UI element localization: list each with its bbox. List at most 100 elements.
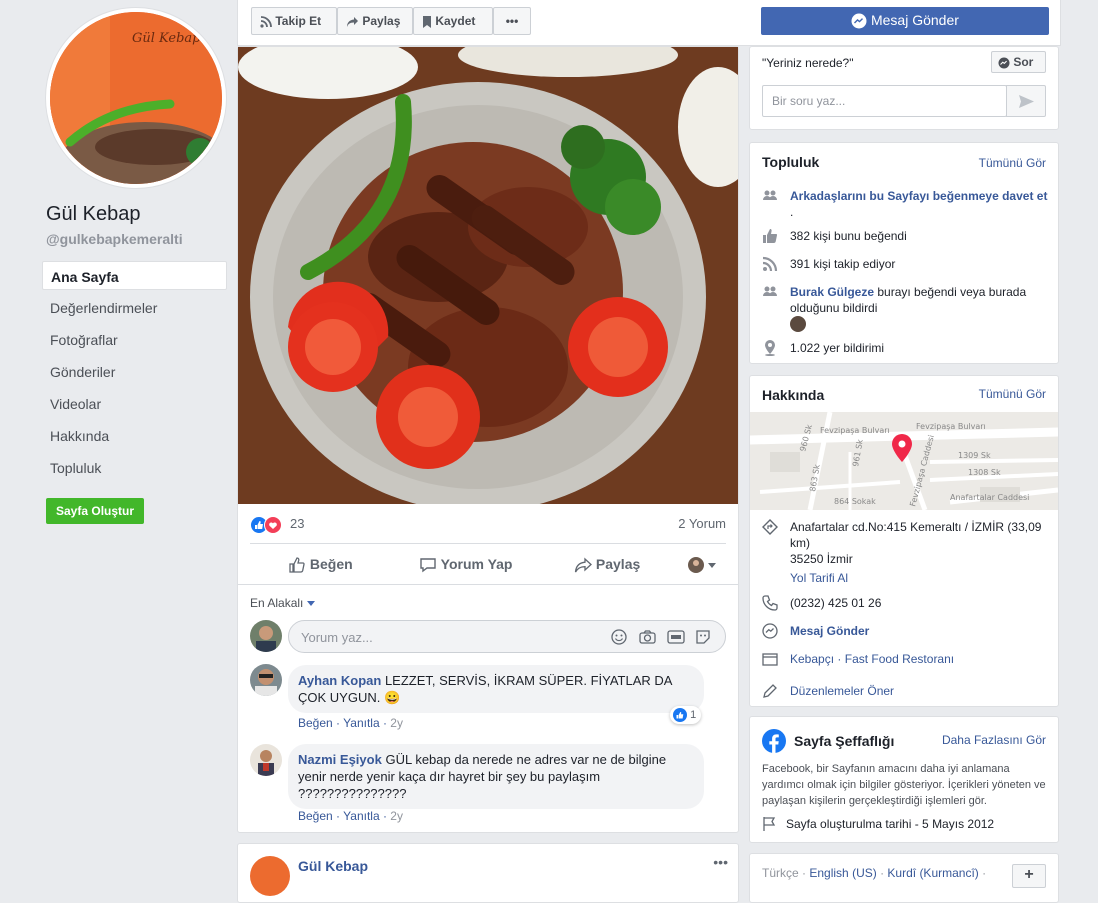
share-audience-selector[interactable] (688, 557, 720, 576)
nav-about[interactable]: Hakkında (42, 421, 227, 450)
send-message-link[interactable]: Mesaj Gönder (790, 623, 1052, 639)
question-input[interactable]: Bir soru yaz... (762, 85, 1007, 117)
get-directions-link[interactable]: Yol Tarifi Al (790, 571, 848, 585)
likes-row: 382 kişi bunu beğendi (762, 228, 1052, 244)
about-title: Hakkında (762, 387, 825, 403)
follow-button[interactable]: Takip Et (251, 7, 337, 35)
next-post-more-button[interactable]: ••• (713, 854, 728, 870)
map-street-label: Fevzipaşa Bulvarı (820, 426, 890, 435)
page-username[interactable]: @gulkebapkemeralti (46, 231, 183, 247)
commenter-avatar[interactable] (250, 664, 282, 696)
map-street-label: Fevzipaşa Bulvarı (916, 422, 986, 431)
postal-text: 35250 İzmir (790, 552, 853, 566)
suggest-edits-link[interactable]: Düzenlemeler Öner (790, 683, 1052, 699)
current-user-avatar[interactable] (250, 620, 282, 652)
camera-icon[interactable] (639, 629, 656, 645)
gif-icon[interactable] (667, 629, 685, 645)
thumbs-up-icon (763, 229, 778, 244)
community-see-all-link[interactable]: Tümünü Gör (979, 156, 1046, 170)
svg-text:Gül Kebap: Gül Kebap (132, 31, 201, 46)
next-post-card: Gül Kebap ••• (237, 843, 739, 903)
comment-sort-label: En Alakalı (250, 596, 304, 610)
post-photo[interactable] (238, 47, 738, 504)
nav-posts[interactable]: Gönderiler (42, 357, 227, 386)
comment-time[interactable]: 2y (390, 809, 403, 823)
comment-reaction-badge[interactable]: 1 (670, 706, 702, 724)
rss-icon (260, 15, 272, 28)
next-post-author[interactable]: Gül Kebap (298, 858, 368, 874)
next-post-avatar[interactable] (250, 856, 290, 896)
facebook-logo-icon (762, 729, 786, 753)
ask-button-label: Sor (1013, 55, 1034, 69)
thumbs-up-icon (289, 557, 305, 573)
category-link[interactable]: Kebapçı (790, 652, 834, 666)
reaction-count[interactable]: 23 (290, 516, 304, 531)
category-row: Kebapçı · Fast Food Restoranı (762, 651, 1052, 667)
address-row: Anafartalar cd.No:415 Kemeraltı / İZMİR … (762, 519, 1052, 567)
comment-count[interactable]: 2 Yorum (678, 516, 726, 531)
comment-button[interactable]: Yorum Yap (419, 556, 512, 574)
share-page-label: Paylaş (362, 14, 401, 28)
send-icon (1019, 95, 1034, 108)
reaction-like-love-icon[interactable] (250, 516, 286, 534)
emoji-icon[interactable] (611, 629, 627, 645)
more-options-button[interactable]: ••• (493, 7, 531, 35)
page-transparency-card: Sayfa Şeffaflığı Daha Fazlasını Gör Face… (749, 716, 1059, 843)
rss-icon (762, 256, 778, 272)
reaction-summary: 23 2 Yorum (238, 504, 738, 544)
map-street-label: 1308 Sk (968, 468, 1001, 477)
nav-videos[interactable]: Videolar (42, 389, 227, 418)
invite-friends-row: Arkadaşlarını bu Sayfayı beğenmeye davet… (762, 188, 1052, 220)
language-separator: · (880, 866, 885, 880)
nav-home[interactable]: Ana Sayfa (42, 261, 227, 290)
nav-community[interactable]: Topluluk (42, 453, 227, 482)
ask-button[interactable]: Sor (991, 51, 1046, 73)
like-button[interactable]: Beğen (288, 556, 353, 574)
language-separator: · (802, 866, 807, 880)
comment-author[interactable]: Nazmi Eşiyok (298, 752, 382, 767)
language-link[interactable]: Kurdî (Kurmancî) (887, 866, 978, 880)
about-card: Hakkında Tümünü Gör Fevzipaşa Bulvarı Fe… (749, 375, 1059, 707)
divider (250, 543, 726, 544)
comment-sort-dropdown[interactable]: En Alakalı (250, 596, 315, 610)
page-profile-picture[interactable]: Gül Kebap (46, 8, 226, 188)
suggested-question[interactable]: "Yeriniz nerede?" (762, 56, 853, 70)
friend-name-link[interactable]: Burak Gülgeze (790, 285, 874, 299)
create-page-button[interactable]: Sayfa Oluştur (46, 498, 145, 524)
category-link[interactable]: Fast Food Restoranı (845, 652, 954, 666)
comment-reply-link[interactable]: Yanıtla (343, 716, 379, 730)
nav-photos[interactable]: Fotoğraflar (42, 325, 227, 354)
comment-like-link[interactable]: Beğen (298, 809, 333, 823)
share-page-button[interactable]: Paylaş (337, 7, 413, 35)
transparency-see-more-link[interactable]: Daha Fazlasını Gör (942, 733, 1046, 747)
share-label: Paylaş (595, 556, 641, 572)
commenter-avatar[interactable] (250, 744, 282, 776)
friend-activity-row: Burak Gülgeze burayı beğendi veya burada… (762, 284, 1052, 316)
map-street-label: Anafartalar Caddesi (950, 493, 1029, 502)
follows-count: 391 kişi takip ediyor (790, 257, 896, 271)
address-text: Anafartalar cd.No:415 Kemeraltı / İZMİR … (790, 520, 1042, 550)
comment-author[interactable]: Ayhan Kopan (298, 673, 381, 688)
about-see-all-link[interactable]: Tümünü Gör (979, 387, 1046, 401)
location-map[interactable]: Fevzipaşa Bulvarı Fevzipaşa Bulvarı 1309… (750, 412, 1058, 510)
phone-number[interactable]: (0232) 425 01 26 (790, 595, 1052, 611)
save-page-button[interactable]: Kaydet (413, 7, 493, 35)
category-separator: · (837, 652, 842, 666)
save-page-label: Kaydet (435, 14, 476, 28)
share-button[interactable]: Paylaş (574, 556, 640, 574)
language-link[interactable]: English (US) (809, 866, 876, 880)
add-language-button[interactable]: + (1012, 864, 1046, 888)
comment-input[interactable]: Yorum yaz... (288, 620, 726, 653)
comment-time[interactable]: 2y (390, 716, 403, 730)
share-icon (574, 557, 592, 573)
friend-avatar[interactable] (790, 316, 806, 332)
comment-reply-link[interactable]: Yanıtla (343, 809, 379, 823)
comment-label: Yorum Yap (440, 556, 513, 572)
comment-like-link[interactable]: Beğen (298, 716, 333, 730)
nav-reviews[interactable]: Değerlendirmeler (42, 293, 227, 322)
send-question-button[interactable] (1006, 85, 1046, 117)
sticker-icon[interactable] (695, 629, 711, 645)
send-message-button[interactable]: Mesaj Gönder (761, 7, 1049, 35)
invite-friends-link[interactable]: Arkadaşlarını bu Sayfayı beğenmeye davet… (790, 189, 1047, 203)
message-row: Mesaj Gönder (762, 623, 1052, 639)
